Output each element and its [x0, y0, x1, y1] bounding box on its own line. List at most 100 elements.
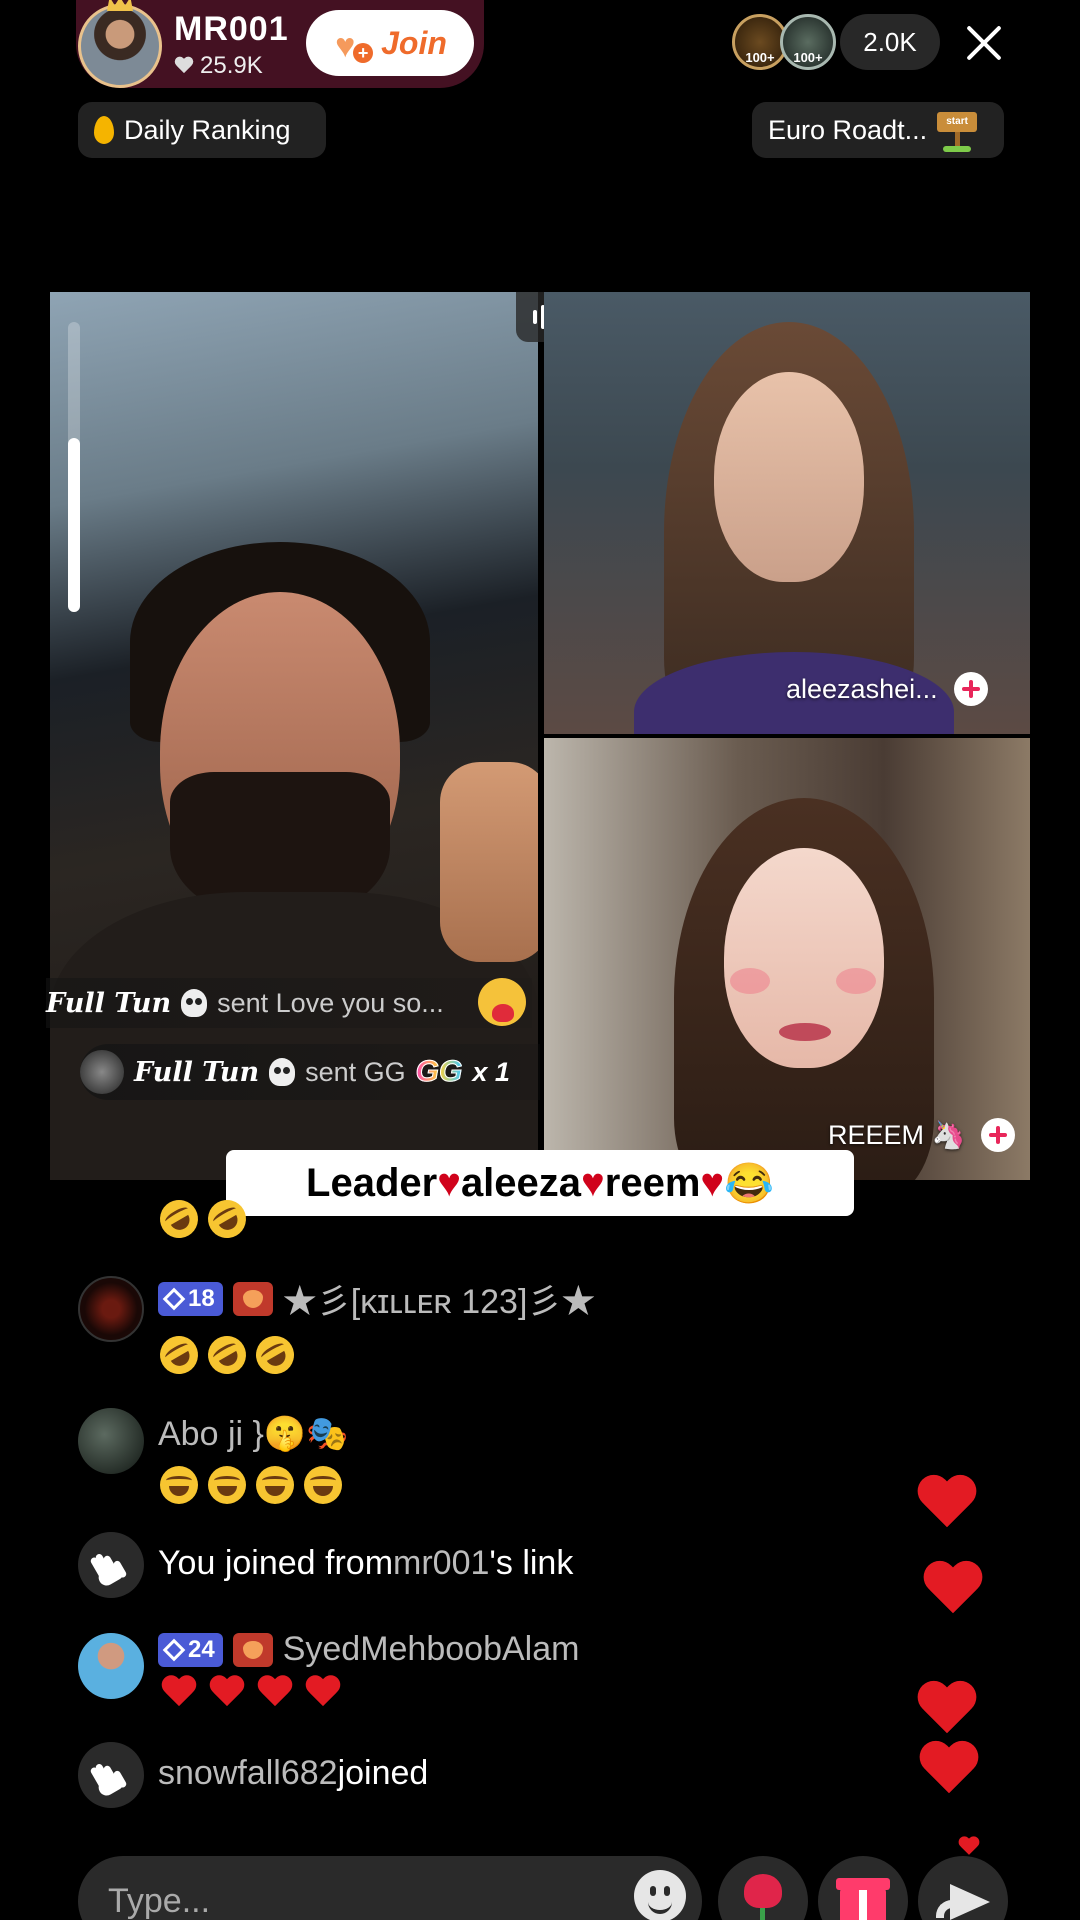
waving-hand-icon	[89, 1547, 128, 1589]
share-button[interactable]: 172	[918, 1856, 1008, 1920]
guest-name-tag[interactable]: aleezashei...	[786, 672, 988, 706]
host-likes-value: 25.9K	[200, 52, 263, 79]
gift-icon	[840, 1888, 886, 1920]
chat-username[interactable]: Abo ji }🤫🎭	[158, 1414, 349, 1454]
heart-icon: ♥	[581, 1160, 605, 1205]
heart-icon: ♥	[700, 1160, 725, 1205]
rofl-emoji	[201, 1329, 253, 1381]
chat-system-message: snowfall682 joined	[158, 1754, 429, 1793]
chat-username[interactable]: mr001	[393, 1544, 489, 1583]
follow-plus-icon[interactable]	[953, 672, 988, 706]
join-label: Join	[381, 24, 447, 61]
join-heart-plus-icon: ♥ +	[333, 23, 374, 63]
chat-username[interactable]: snowfall682	[158, 1754, 338, 1793]
close-icon[interactable]	[964, 22, 1004, 62]
red-heart-emoji	[256, 1676, 294, 1710]
chat-emoji-row	[153, 1193, 253, 1245]
daily-ranking-label: Daily Ranking	[124, 114, 291, 145]
guest-video-tile[interactable]	[544, 738, 1030, 1180]
chat-emoji-row	[153, 1329, 301, 1381]
top-viewers[interactable]: 100+ 100+ 2.0K	[732, 14, 940, 70]
rofl-emoji	[201, 1193, 253, 1245]
gift-text: sent GG	[305, 1056, 406, 1087]
chat-avatar[interactable]	[78, 1633, 144, 1699]
gift-sender: Full Tun	[46, 987, 172, 1019]
diamond-icon	[162, 1287, 186, 1310]
viewer-badge: 100+	[745, 50, 775, 65]
chat-username[interactable]: SyedMehboobAlam	[283, 1630, 580, 1669]
system-avatar	[78, 1532, 144, 1598]
comment-input[interactable]: Type...	[78, 1856, 702, 1920]
chat-emoji-row	[160, 1676, 342, 1710]
join-button[interactable]: ♥ + Join	[306, 10, 474, 76]
emoji-icon[interactable]	[634, 1870, 686, 1920]
chat-emoji-row	[160, 1466, 342, 1504]
floating-heart-icon	[958, 1837, 981, 1857]
guest-video-tile[interactable]	[544, 292, 1030, 734]
floating-heart-icon	[915, 1476, 980, 1534]
floating-heart-icon	[917, 1742, 982, 1800]
gift-banner: Full Tun sent Love you so...	[46, 978, 532, 1028]
crown-icon	[107, 0, 133, 11]
rofl-emoji	[153, 1329, 205, 1381]
daily-ranking-chip[interactable]: Daily Ranking	[78, 102, 326, 158]
laugh-emoji	[256, 1466, 294, 1504]
follow-plus-icon[interactable]	[981, 1118, 1016, 1152]
skull-icon	[181, 989, 208, 1017]
level-badge: 18	[158, 1281, 223, 1316]
host-name: MR001	[174, 10, 289, 48]
chat-message: Abo ji }🤫🎭	[158, 1414, 349, 1454]
gift-count: x 1	[472, 1056, 510, 1087]
red-heart-emoji	[160, 1676, 198, 1710]
heart-icon: ♥	[437, 1160, 461, 1205]
chat-avatar[interactable]	[78, 1408, 144, 1474]
chat-avatar[interactable]	[78, 1276, 144, 1342]
caption-text: reem	[604, 1160, 701, 1205]
guest-name: aleezashei...	[786, 673, 938, 704]
host-avatar[interactable]	[78, 0, 162, 88]
heart-icon	[174, 57, 194, 75]
gg-gift-icon: GG	[415, 1055, 463, 1089]
start-sign-text: start	[937, 112, 978, 132]
sender-avatar	[80, 1050, 124, 1094]
skull-icon	[269, 1058, 296, 1086]
caption-text: Leader	[306, 1160, 438, 1205]
system-avatar	[78, 1742, 144, 1808]
laugh-emoji	[208, 1466, 246, 1504]
floating-heart-icon	[915, 1682, 980, 1740]
rose-gift-button[interactable]	[718, 1856, 808, 1920]
video-caption: Leader ♥ aleeza ♥ reem ♥ 😂	[226, 1150, 854, 1216]
level-badge: 24	[158, 1632, 223, 1667]
gift-text: sent Love you so...	[217, 987, 444, 1018]
gift-banner: Full Tun sent GG GG x 1	[80, 1044, 540, 1100]
rose-icon	[744, 1874, 782, 1908]
laugh-emoji	[160, 1466, 198, 1504]
gift-button[interactable]	[818, 1856, 908, 1920]
red-heart-emoji	[304, 1676, 342, 1710]
chat-message: 18 ★彡[ĸɪʟʟᴇʀ 123]彡★	[158, 1274, 595, 1323]
guest-name: REEEM 🦄	[828, 1120, 966, 1150]
caption-text: aleeza	[460, 1160, 582, 1205]
volume-slider[interactable]	[68, 322, 80, 612]
waving-hand-icon	[89, 1757, 128, 1799]
chat-username[interactable]: ★彡[ĸɪʟʟᴇʀ 123]彡★	[283, 1274, 596, 1323]
red-heart-emoji	[208, 1676, 246, 1710]
fan-badge-icon	[232, 1632, 273, 1667]
event-label: Euro Roadt...	[768, 114, 928, 145]
diamond-icon	[162, 1638, 186, 1661]
host-likes: 25.9K	[174, 52, 263, 80]
gift-sender: Full Tun	[134, 1056, 260, 1088]
laugh-emoji	[304, 1466, 342, 1504]
guest-name-tag[interactable]: REEEM 🦄	[828, 1118, 1016, 1152]
rofl-emoji	[153, 1193, 205, 1245]
top-viewer-avatar[interactable]: 100+	[780, 14, 836, 70]
flame-icon	[94, 116, 114, 144]
chat-system-message: You joined from mr001's link	[158, 1544, 574, 1583]
hug-heart-icon	[478, 978, 526, 1026]
event-chip[interactable]: Euro Roadt... start	[752, 102, 1004, 158]
chat-message: 24 SyedMehboobAlam	[158, 1630, 579, 1669]
viewer-badge: 100+	[793, 50, 823, 65]
fan-badge-icon	[232, 1281, 273, 1316]
viewer-count[interactable]: 2.0K	[840, 14, 940, 70]
start-sign-icon: start	[937, 108, 978, 152]
